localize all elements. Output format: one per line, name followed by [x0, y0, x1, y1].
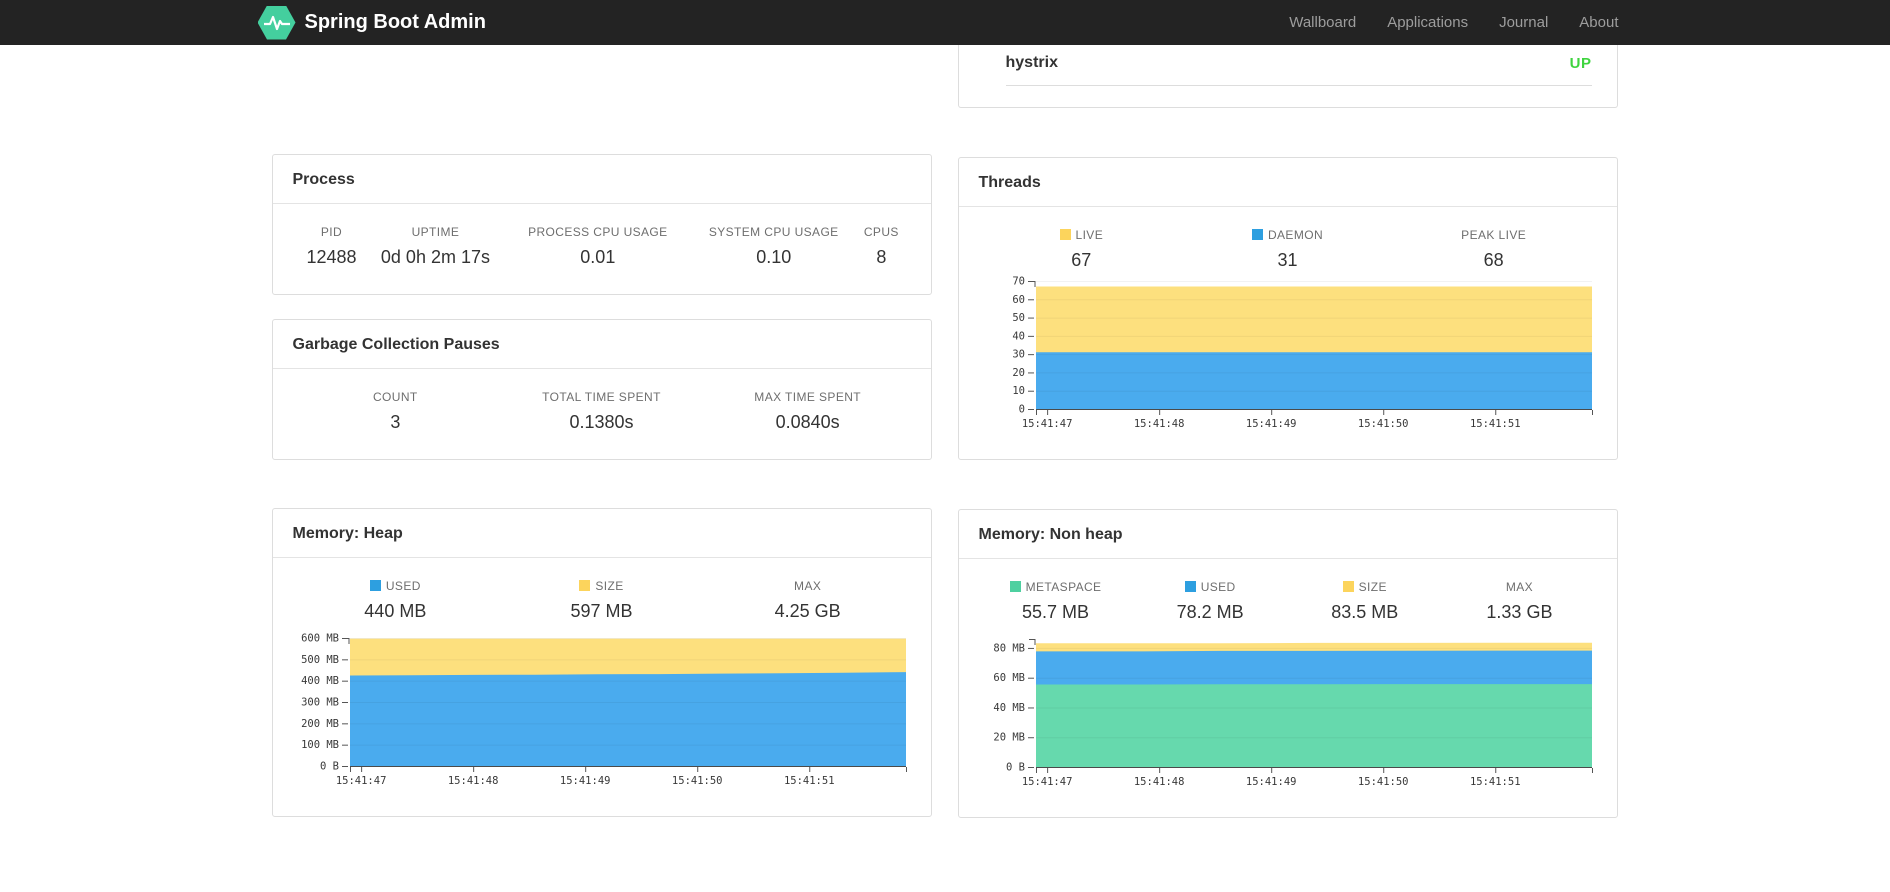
svg-text:40: 40 — [1012, 330, 1025, 342]
svg-text:40 MB: 40 MB — [993, 702, 1025, 714]
svg-text:15:41:47: 15:41:47 — [1021, 418, 1072, 430]
svg-text:15:41:49: 15:41:49 — [1245, 418, 1296, 430]
status-badge: UP — [1569, 54, 1592, 72]
svg-text:400 MB: 400 MB — [301, 675, 339, 687]
svg-text:600 MB: 600 MB — [301, 633, 339, 645]
legend-swatch-used — [369, 580, 381, 591]
stat-threads-daemon: DAEMON 31 — [1184, 207, 1390, 271]
stat-heap-size: SIZE 597 MB — [570, 579, 633, 621]
heap-stats: USED 440 MB SIZE 597 MB MAX 4.25 GB — [292, 558, 911, 622]
card-title: Threads — [958, 158, 1617, 207]
svg-text:15:41:48: 15:41:48 — [447, 775, 498, 787]
gc-stats: COUNT 3 TOTAL TIME SPENT 0.1380s MAX TIM… — [292, 369, 911, 433]
pulse-hexagon-logo-icon — [257, 5, 296, 40]
svg-text:15:41:50: 15:41:50 — [1357, 418, 1408, 430]
brand-link[interactable]: Spring Boot Admin — [257, 5, 486, 40]
stat-process-cpu: PROCESS CPU USAGE 0.01 — [528, 225, 668, 267]
svg-text:500 MB: 500 MB — [301, 654, 339, 666]
stat-gc-count: COUNT 3 — [372, 390, 418, 432]
stat-cpus: CPUS 8 — [863, 225, 899, 267]
service-status-card: hystrix UP — [957, 45, 1618, 108]
svg-text:10: 10 — [1012, 385, 1025, 397]
svg-text:0: 0 — [1018, 404, 1024, 416]
svg-text:30: 30 — [1012, 349, 1025, 361]
svg-text:15:41:51: 15:41:51 — [783, 775, 834, 787]
gc-card: Garbage Collection Pauses COUNT 3 TOTAL … — [271, 319, 932, 460]
main-content: Process PID 12488 UPTIME 0d 0h 2m 17s PR… — [271, 45, 1619, 818]
svg-text:50: 50 — [1012, 312, 1025, 324]
svg-text:20: 20 — [1012, 367, 1025, 379]
memory-heap-card: Memory: Heap USED 440 MB SIZE 597 MB MAX… — [271, 508, 932, 817]
stat-uptime: UPTIME 0d 0h 2m 17s — [380, 225, 490, 267]
stat-nonheap-max: MAX 1.33 GB — [1486, 580, 1553, 622]
stat-system-cpu: SYSTEM CPU USAGE 0.10 — [708, 225, 839, 267]
svg-text:15:41:47: 15:41:47 — [1021, 776, 1072, 788]
nav-link-applications[interactable]: Applications — [1387, 14, 1468, 31]
threads-stats: LIVE 67 DAEMON 31 PEAK LIVE 68 — [978, 207, 1597, 271]
stat-gc-max: MAX TIME SPENT 0.0840s — [754, 390, 862, 432]
navbar: Spring Boot Admin Wallboard Applications… — [0, 0, 1890, 45]
memory-nonheap-card: Memory: Non heap METASPACE 55.7 MB USED … — [957, 509, 1618, 818]
svg-text:15:41:50: 15:41:50 — [1357, 776, 1408, 788]
left-column: Process PID 12488 UPTIME 0d 0h 2m 17s PR… — [271, 154, 932, 817]
process-card: Process PID 12488 UPTIME 0d 0h 2m 17s PR… — [271, 154, 932, 295]
stat-heap-used: USED 440 MB — [364, 579, 427, 621]
legend-swatch-daemon — [1251, 229, 1263, 240]
svg-text:15:41:48: 15:41:48 — [1133, 776, 1184, 788]
svg-text:15:41:49: 15:41:49 — [559, 775, 610, 787]
right-column: hystrix UP Threads LIVE 67 DAEMON 31 PEA… — [957, 45, 1618, 818]
brand-title: Spring Boot Admin — [304, 11, 486, 33]
svg-text:15:41:50: 15:41:50 — [671, 775, 722, 787]
memory-heap-chart: 0 B 100 MB 200 MB 300 MB 400 MB 500 MB 600 MB 1… — [301, 633, 907, 787]
stat-nonheap-used: USED 78.2 MB — [1176, 580, 1244, 622]
service-name: hystrix — [1005, 54, 1058, 71]
memory-nonheap-chart: 0 B 20 MB 40 MB 60 MB 80 MB 15:41:47 15:41:48 1… — [993, 639, 1593, 788]
legend-swatch-used — [1184, 581, 1196, 592]
svg-text:15:41:47: 15:41:47 — [335, 775, 386, 787]
legend-swatch-size — [579, 580, 591, 591]
svg-text:15:41:51: 15:41:51 — [1469, 776, 1520, 788]
svg-text:80 MB: 80 MB — [993, 642, 1025, 654]
svg-text:20 MB: 20 MB — [993, 732, 1025, 744]
legend-swatch-size — [1342, 581, 1354, 592]
legend-swatch-metaspace — [1009, 581, 1021, 592]
threads-card: Threads LIVE 67 DAEMON 31 PEAK LIVE 68 0… — [957, 157, 1618, 460]
stat-gc-total: TOTAL TIME SPENT 0.1380s — [542, 390, 661, 432]
threads-chart: 0 10 20 30 40 50 60 70 15:41:47 15:41:48 15:41:49 1… — [1012, 276, 1593, 430]
card-title: Process — [272, 155, 931, 204]
svg-text:0 B: 0 B — [320, 761, 339, 773]
card-title: Garbage Collection Pauses — [272, 320, 931, 369]
stat-nonheap-metaspace: METASPACE 55.7 MB — [978, 559, 1133, 623]
svg-text:60 MB: 60 MB — [993, 672, 1025, 684]
svg-text:200 MB: 200 MB — [301, 718, 339, 730]
svg-text:70: 70 — [1012, 276, 1025, 288]
nonheap-stats: METASPACE 55.7 MB USED 78.2 MB SIZE 83.5… — [978, 559, 1597, 623]
svg-text:0 B: 0 B — [1006, 762, 1025, 774]
svg-text:300 MB: 300 MB — [301, 697, 339, 709]
svg-text:15:41:51: 15:41:51 — [1469, 418, 1520, 430]
nav-links: Wallboard Applications Journal About — [1289, 14, 1618, 31]
nav-link-journal[interactable]: Journal — [1499, 14, 1548, 31]
stat-pid: PID 12488 — [306, 225, 357, 267]
stat-nonheap-size: SIZE 83.5 MB — [1331, 580, 1399, 622]
process-stats: PID 12488 UPTIME 0d 0h 2m 17s PROCESS CP… — [299, 204, 904, 268]
svg-text:100 MB: 100 MB — [301, 739, 339, 751]
card-title: Memory: Non heap — [958, 510, 1617, 559]
service-status-row: hystrix UP — [1005, 45, 1592, 86]
nav-link-wallboard[interactable]: Wallboard — [1289, 14, 1356, 31]
stat-threads-live: LIVE 67 — [978, 207, 1184, 271]
nav-link-about[interactable]: About — [1579, 14, 1618, 31]
svg-text:15:41:49: 15:41:49 — [1245, 776, 1296, 788]
stat-threads-peak: PEAK LIVE 68 — [1461, 228, 1527, 270]
svg-text:60: 60 — [1012, 294, 1025, 306]
stat-heap-max: MAX 4.25 GB — [774, 579, 841, 621]
card-title: Memory: Heap — [272, 509, 931, 558]
legend-swatch-live — [1059, 229, 1071, 240]
svg-text:15:41:48: 15:41:48 — [1133, 418, 1184, 430]
